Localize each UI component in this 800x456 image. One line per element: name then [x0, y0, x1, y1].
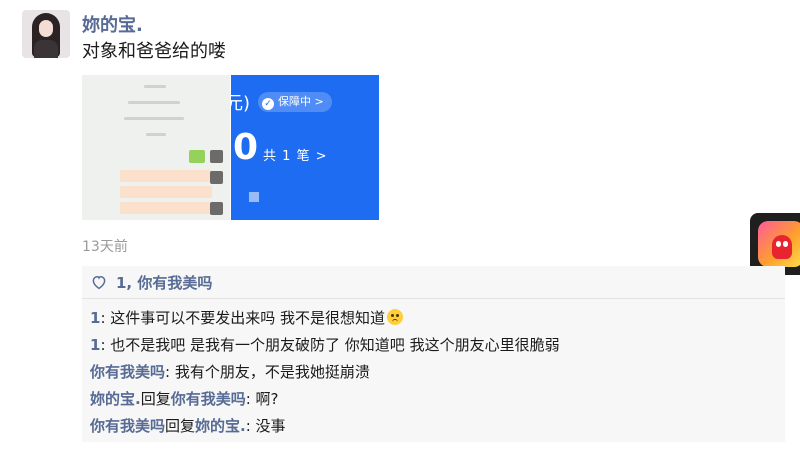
chat-avatar: [210, 150, 223, 163]
likes-list[interactable]: 1, 你有我美吗: [116, 272, 212, 293]
avatar-face: [39, 20, 53, 37]
reply-target[interactable]: 妳的宝.: [195, 417, 246, 435]
comment-item[interactable]: 1: 这件事可以不要发出来吗 我不是很想知道: [90, 307, 404, 328]
protection-badge-label: 保障中 >: [278, 95, 324, 108]
post-image-payment-screenshot[interactable]: 元) ✓ 保障中 > 0 共 1 笔 >: [231, 75, 379, 220]
unit-text: 元): [231, 93, 251, 114]
chat-bubble-peach: [120, 170, 212, 182]
avatar-body: [34, 40, 58, 58]
text-line: [128, 101, 180, 104]
chat-bubble-peach: [120, 202, 212, 214]
count-text: 共 1 笔 >: [263, 149, 328, 164]
post-time: 13天前: [82, 239, 128, 255]
comment-text: : 也不是我吧 是我有一个朋友破防了 你知道吧 我这个朋友心里很脆弱: [100, 336, 560, 354]
chat-avatar: [210, 202, 223, 215]
worried-face-emoji: [387, 309, 404, 325]
floating-app-icon: [758, 221, 800, 267]
chat-bubble-green: [189, 150, 205, 163]
chat-avatar: [210, 171, 223, 184]
text-line: [124, 117, 184, 120]
comment-text: : 我有个朋友，不是我她挺崩溃: [165, 363, 370, 381]
app-mascot: [772, 235, 792, 259]
post-author-name[interactable]: 妳的宝.: [82, 11, 143, 37]
comment-author[interactable]: 妳的宝.: [90, 390, 141, 408]
comment-text: : 没事: [245, 417, 286, 435]
reply-word: 回复: [165, 417, 196, 435]
chat-bubble-peach: [120, 186, 212, 198]
reply-word: 回复: [140, 390, 171, 408]
comment-text: : 啊?: [245, 390, 279, 408]
post-text: 对象和爸爸给的喽: [82, 41, 226, 62]
text-line: [144, 85, 166, 88]
mascot-eye: [783, 241, 788, 247]
comment-item[interactable]: 你有我美吗: 我有个朋友，不是我她挺崩溃: [90, 361, 370, 382]
comment-author[interactable]: 1: [90, 309, 100, 327]
comment-author[interactable]: 你有我美吗: [90, 417, 165, 435]
comment-item[interactable]: 你有我美吗回复妳的宝.: 没事: [90, 415, 286, 436]
reply-target[interactable]: 你有我美吗: [171, 390, 246, 408]
post-image-chat-screenshot[interactable]: [82, 75, 230, 220]
blurred-mark: [249, 192, 259, 202]
shield-check-icon: ✓: [262, 98, 274, 110]
comment-author[interactable]: 1: [90, 336, 100, 354]
divider: [82, 298, 785, 299]
comment-author[interactable]: 你有我美吗: [90, 363, 165, 381]
mascot-eye: [776, 241, 781, 247]
comment-section: 1, 你有我美吗 1: 这件事可以不要发出来吗 我不是很想知道 1: 也不是我吧…: [82, 266, 785, 442]
comment-text: : 这件事可以不要发出来吗 我不是很想知道: [100, 309, 386, 327]
avatar[interactable]: [22, 10, 70, 58]
comment-item[interactable]: 妳的宝.回复你有我美吗: 啊?: [90, 388, 279, 409]
comment-item[interactable]: 1: 也不是我吧 是我有一个朋友破防了 你知道吧 我这个朋友心里很脆弱: [90, 334, 560, 355]
likes-row: 1, 你有我美吗: [82, 266, 785, 298]
text-line: [146, 133, 166, 136]
amount-text: 0: [233, 127, 259, 168]
protection-badge: ✓ 保障中 >: [258, 92, 332, 112]
heart-icon: [92, 275, 106, 290]
